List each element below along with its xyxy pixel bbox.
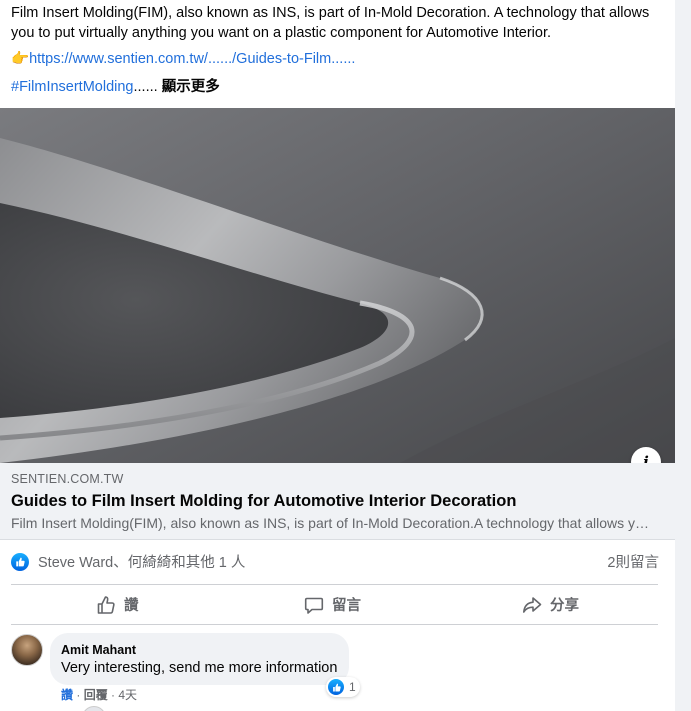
comment-like-button[interactable]: 讚 bbox=[61, 688, 73, 702]
molded-part-photo bbox=[0, 108, 675, 463]
pointing-hand-icon: 👉 bbox=[11, 51, 30, 67]
comment-count[interactable]: 2則留言 bbox=[607, 551, 659, 572]
hashtag-link[interactable]: #FilmInsertMolding bbox=[11, 79, 134, 95]
avatar[interactable] bbox=[82, 706, 106, 711]
hashtag-line: #FilmInsertMolding...... 顯示更多 bbox=[11, 77, 220, 97]
link-title[interactable]: Guides to Film Insert Molding for Automo… bbox=[11, 492, 516, 511]
comment-label: 留言 bbox=[332, 598, 361, 614]
see-more-button[interactable]: 顯示更多 bbox=[162, 79, 220, 95]
like-reaction-icon bbox=[11, 552, 29, 571]
comment-author[interactable]: Amit Mahant bbox=[61, 642, 337, 658]
comment-meta: 讚 · 回覆 · 4天 bbox=[61, 686, 137, 703]
reactions-summary[interactable]: Steve Ward、何綺綺和其他 1 人 bbox=[11, 551, 245, 572]
link-preview-image[interactable] bbox=[0, 108, 675, 463]
separator: · bbox=[73, 688, 84, 702]
link-preview-caption[interactable]: SENTIEN.COM.TW Guides to Film Insert Mol… bbox=[0, 463, 675, 540]
comment-bubble-icon bbox=[304, 597, 324, 614]
share-arrow-icon bbox=[523, 596, 542, 613]
link-description: Film Insert Molding(FIM), also known as … bbox=[11, 515, 651, 531]
separator: · bbox=[107, 688, 119, 702]
thumbs-up-icon bbox=[97, 595, 115, 614]
comment-reaction-count[interactable]: 1 bbox=[326, 677, 360, 697]
comment-bubble: Amit Mahant Very interesting, send me mo… bbox=[50, 633, 350, 685]
post-message: Film Insert Molding(FIM), also known as … bbox=[11, 5, 650, 41]
ellipsis: ...... bbox=[133, 79, 158, 95]
share-button[interactable]: 分享 bbox=[522, 585, 579, 624]
scrollbar[interactable] bbox=[675, 0, 691, 711]
post-link-line: 👉https://www.sentien.com.tw/....../Guide… bbox=[11, 49, 355, 69]
comment-time[interactable]: 4天 bbox=[118, 688, 137, 702]
post-url-link[interactable]: https://www.sentien.com.tw/....../Guides… bbox=[29, 51, 355, 67]
action-bar: 讚 留言 分享 bbox=[11, 584, 658, 625]
share-label: 分享 bbox=[550, 598, 579, 614]
avatar[interactable] bbox=[11, 634, 43, 666]
post-card: Film Insert Molding(FIM), also known as … bbox=[0, 0, 675, 711]
link-domain: SENTIEN.COM.TW bbox=[11, 472, 124, 486]
comment-reply-button[interactable]: 回覆 bbox=[84, 688, 108, 702]
comment-text: Very interesting, send me more informati… bbox=[61, 660, 338, 676]
comment-button[interactable]: 留言 bbox=[304, 585, 361, 624]
like-reaction-icon bbox=[328, 679, 344, 695]
like-label: 讚 bbox=[124, 598, 139, 614]
reactors-names[interactable]: Steve Ward、何綺綺和其他 1 人 bbox=[38, 551, 245, 572]
reaction-count: 1 bbox=[349, 680, 356, 694]
like-button[interactable]: 讚 bbox=[96, 585, 139, 624]
